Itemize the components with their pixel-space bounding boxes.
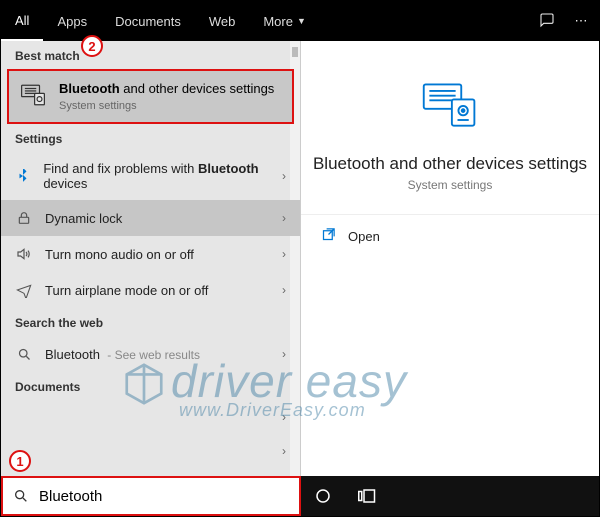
chevron-right-icon: › xyxy=(282,247,286,261)
taskbar-search[interactable] xyxy=(1,476,301,516)
lock-icon xyxy=(15,209,33,227)
search-web-item[interactable]: Bluetooth - See web results › xyxy=(1,336,300,372)
open-icon xyxy=(321,227,336,245)
search-web-label: Bluetooth - See web results xyxy=(45,347,200,362)
chevron-right-icon: › xyxy=(282,169,286,183)
search-icon xyxy=(13,488,29,504)
best-match-result[interactable]: Bluetooth and other devices settings Sys… xyxy=(7,69,294,124)
tab-web[interactable]: Web xyxy=(195,1,250,41)
settings-item-mono-audio[interactable]: Turn mono audio on or off › xyxy=(1,236,300,272)
settings-item-troubleshoot[interactable]: Find and fix problems with Bluetooth dev… xyxy=(1,152,300,200)
search-icon xyxy=(15,345,33,363)
open-action[interactable]: Open xyxy=(301,215,599,257)
documents-header: Documents xyxy=(1,372,300,400)
settings-item-label: Dynamic lock xyxy=(45,211,122,226)
preview-subtitle: System settings xyxy=(408,178,493,192)
open-label: Open xyxy=(348,229,380,244)
tab-all[interactable]: All xyxy=(1,1,43,41)
chevron-right-icon: › xyxy=(282,347,286,361)
annotation-2: 2 xyxy=(81,35,103,57)
preview-title: Bluetooth and other devices settings xyxy=(313,154,587,174)
settings-item-label: Find and fix problems with Bluetooth dev… xyxy=(43,161,282,191)
settings-item-label: Turn airplane mode on or off xyxy=(45,283,208,298)
settings-item-label: Turn mono audio on or off xyxy=(45,247,194,262)
document-item[interactable]: › xyxy=(1,434,300,468)
search-web-header: Search the web xyxy=(1,308,300,336)
chevron-right-icon: › xyxy=(282,283,286,297)
speaker-icon xyxy=(15,245,33,263)
annotation-1: 1 xyxy=(9,450,31,472)
tab-documents[interactable]: Documents xyxy=(101,1,195,41)
chevron-right-icon: › xyxy=(282,211,286,225)
document-item[interactable]: › xyxy=(1,400,300,434)
preview-app-icon xyxy=(420,79,480,136)
settings-app-icon xyxy=(19,81,47,109)
chevron-right-icon: › xyxy=(282,410,286,424)
airplane-icon xyxy=(15,281,33,299)
best-match-header: Best match xyxy=(1,41,300,69)
preview-panel: Bluetooth and other devices settings Sys… xyxy=(301,41,599,476)
results-panel: Best match Bluetooth and other devices s… xyxy=(1,41,301,476)
bluetooth-icon xyxy=(15,167,31,185)
chevron-right-icon: › xyxy=(282,444,286,458)
chevron-down-icon: ▼ xyxy=(297,16,306,26)
task-view-icon[interactable] xyxy=(345,489,389,503)
best-match-title: Bluetooth and other devices settings xyxy=(59,81,274,96)
settings-item-airplane[interactable]: Turn airplane mode on or off › xyxy=(1,272,300,308)
more-options-icon[interactable]: ⋯ xyxy=(571,13,591,29)
feedback-icon[interactable] xyxy=(537,12,557,31)
taskbar xyxy=(1,476,599,516)
settings-header: Settings xyxy=(1,124,300,152)
search-input[interactable] xyxy=(39,488,289,505)
settings-item-dynamic-lock[interactable]: Dynamic lock › xyxy=(1,200,300,236)
best-match-subtitle: System settings xyxy=(59,100,274,112)
tab-more[interactable]: More▼ xyxy=(249,1,320,41)
cortana-icon[interactable] xyxy=(301,487,345,505)
